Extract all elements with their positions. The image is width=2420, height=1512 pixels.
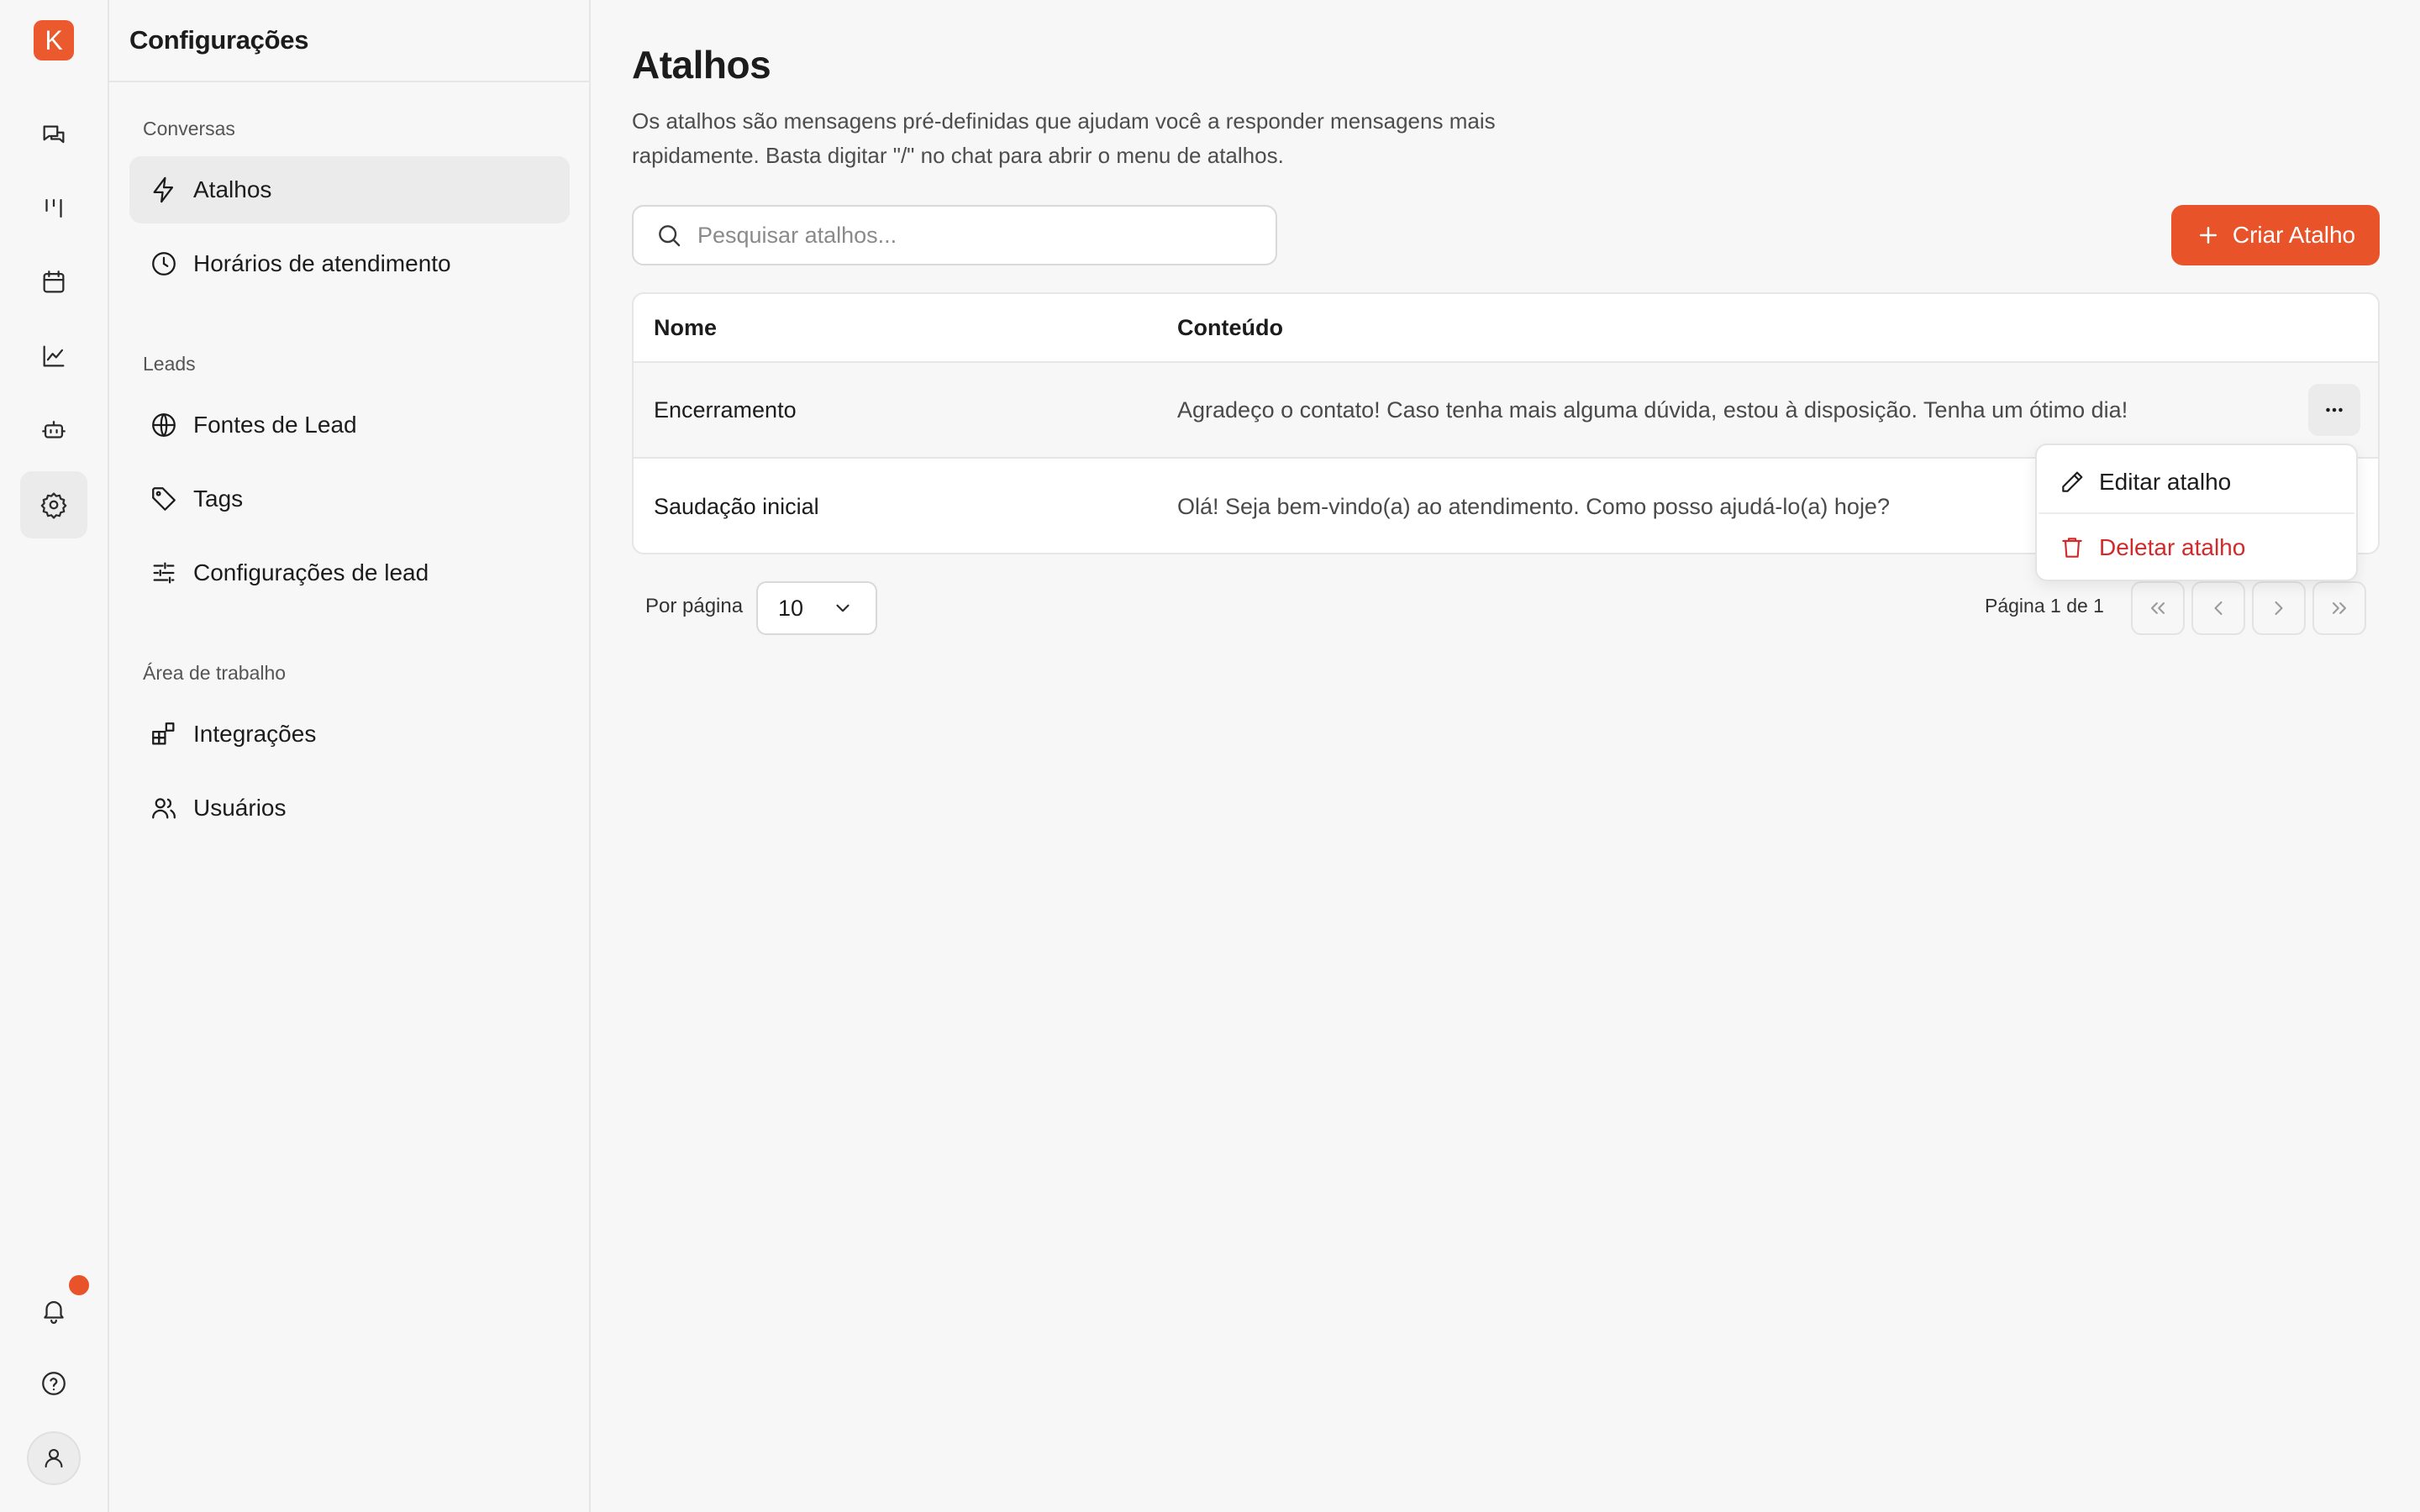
settings-title: Configurações (109, 0, 589, 82)
search-input[interactable] (697, 222, 1235, 249)
globe-icon (152, 412, 176, 438)
per-page-select[interactable]: 10 (756, 581, 877, 635)
create-shortcut-label: Criar Atalho (2232, 222, 2356, 248)
edit-shortcut-label: Editar atalho (2099, 469, 2232, 495)
sidebar-item-configuracoes-de-lead[interactable]: Configurações de lead (129, 539, 570, 606)
group-title-area-de-trabalho: Área de trabalho (143, 662, 287, 684)
settings-sidebar: Configurações Conversas Atalhos Horários… (109, 0, 591, 1512)
sidebar-item-label: Horários de atendimento (193, 250, 451, 276)
last-page-button[interactable] (2312, 581, 2366, 635)
chevron-right-icon (2275, 601, 2283, 616)
search-icon (659, 225, 681, 247)
menu-divider (2039, 512, 2354, 514)
app-logo[interactable]: K (34, 20, 74, 60)
row-name: Saudação inicial (654, 493, 819, 519)
column-header-name[interactable]: Nome (654, 315, 717, 341)
page-description: Os atalhos são mensagens pré-definidas q… (632, 108, 1496, 168)
sidebar-item-label: Usuários (193, 795, 287, 821)
sidebar-item-fontes-de-lead[interactable]: Fontes de Lead (129, 391, 570, 459)
group-title-conversas: Conversas (143, 118, 235, 139)
plus-icon (2199, 227, 2217, 244)
users-icon (152, 798, 176, 819)
sidebar-item-label: Configurações de lead (193, 559, 429, 585)
pencil-icon (2062, 471, 2083, 492)
gear-icon[interactable] (20, 471, 87, 538)
help-icon[interactable] (20, 1350, 87, 1417)
sidebar-item-tags[interactable]: Tags (129, 465, 570, 533)
calendar-icon[interactable] (20, 249, 87, 316)
sidebar-item-label: Tags (193, 486, 244, 512)
integrations-icon (152, 722, 175, 745)
per-page-label: Por página (645, 595, 744, 617)
user-avatar[interactable] (27, 1431, 81, 1485)
chevron-down-icon (836, 604, 850, 612)
kanban-icon[interactable] (20, 175, 87, 242)
sidebar-item-label: Fontes de Lead (193, 412, 357, 438)
sidebar-item-usuarios[interactable]: Usuários (129, 774, 570, 842)
sidebar-item-horarios[interactable]: Horários de atendimento (129, 230, 570, 297)
chat-icon[interactable] (20, 102, 87, 170)
row-content: Olá! Seja bem-vindo(a) ao atendimento. C… (1177, 493, 1890, 519)
chart-icon[interactable] (20, 323, 87, 390)
page-title: Atalhos (632, 43, 771, 87)
chevron-left-icon (2214, 601, 2223, 616)
delete-shortcut-label: Deletar atalho (2099, 534, 2246, 560)
sidebar-item-atalhos[interactable]: Atalhos (129, 156, 570, 223)
bot-icon[interactable] (20, 396, 87, 464)
group-title-leads: Leads (143, 353, 196, 375)
sidebar-item-label: Integrações (193, 721, 317, 747)
row-name: Encerramento (654, 396, 797, 423)
sidebar-item-integracoes[interactable]: Integrações (129, 701, 570, 768)
main-content: Atalhos Os atalhos são mensagens pré-def… (592, 0, 2420, 1512)
previous-page-button[interactable] (2191, 581, 2245, 635)
chevrons-right-icon (2332, 602, 2347, 614)
row-actions-menu: Editar atalho Deletar atalho (2035, 444, 2358, 581)
user-icon (45, 1448, 63, 1468)
first-page-button[interactable] (2131, 581, 2185, 635)
clock-icon (152, 252, 176, 276)
trash-icon (2062, 538, 2082, 558)
notification-badge (69, 1275, 89, 1295)
page-info: Página 1 de 1 (1985, 595, 2104, 617)
per-page-value: 10 (778, 595, 804, 621)
sidebar-item-label: Atalhos (193, 176, 272, 202)
row-content: Agradeço o contato! Caso tenha mais algu… (1177, 396, 2128, 423)
bolt-icon (153, 176, 174, 203)
tag-icon (152, 487, 176, 511)
sliders-icon (153, 562, 175, 584)
chevrons-left-icon (2150, 602, 2165, 614)
search-box[interactable] (632, 205, 1277, 265)
next-page-button[interactable] (2252, 581, 2306, 635)
table-header: Nome Conteúdo (634, 294, 2378, 363)
edit-shortcut-menu-item[interactable]: Editar atalho (2039, 450, 2354, 514)
icon-rail: K (0, 0, 109, 1512)
delete-shortcut-menu-item[interactable]: Deletar atalho (2039, 516, 2354, 580)
row-actions-button[interactable] (2308, 384, 2360, 436)
column-header-content[interactable]: Conteúdo (1177, 315, 1283, 341)
create-shortcut-button[interactable]: Criar Atalho (2171, 205, 2380, 265)
more-horizontal-icon (2326, 407, 2343, 412)
